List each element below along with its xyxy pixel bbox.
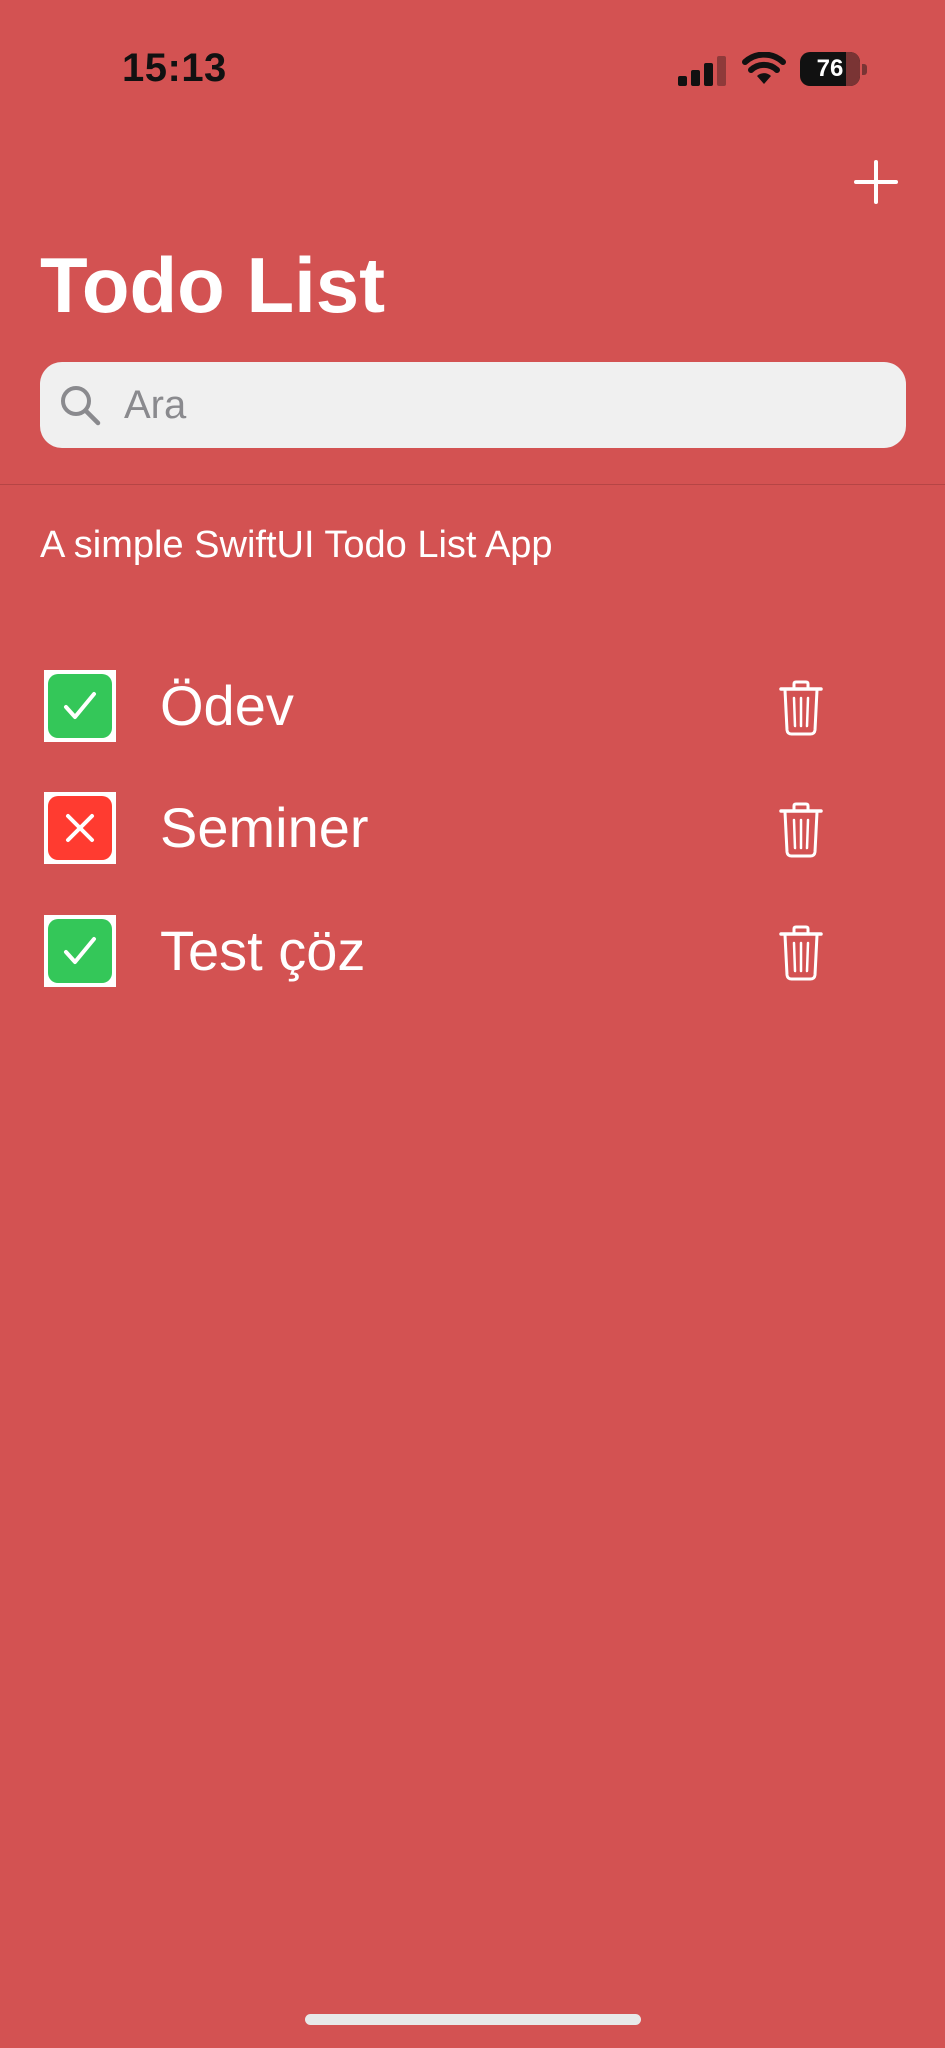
checkmark-icon bbox=[64, 937, 96, 964]
battery-icon: 76 bbox=[800, 52, 860, 86]
search-input[interactable] bbox=[112, 362, 904, 448]
battery-indicator: 76 bbox=[800, 52, 868, 86]
trash-icon bbox=[779, 680, 823, 736]
search-bar[interactable] bbox=[40, 362, 906, 448]
todo-item[interactable]: Seminer bbox=[0, 762, 945, 872]
todo-title: Seminer bbox=[160, 796, 369, 859]
todo-status-toggle[interactable] bbox=[44, 915, 116, 987]
todo-title: Test çöz bbox=[160, 919, 366, 982]
page-title: Todo List bbox=[40, 241, 386, 329]
todo-title: Ödev bbox=[160, 674, 294, 737]
trash-icon bbox=[779, 802, 823, 858]
magnifying-glass-icon bbox=[61, 386, 101, 426]
delete-todo-button[interactable] bbox=[778, 802, 824, 858]
add-todo-button[interactable] bbox=[852, 158, 900, 206]
plus-icon bbox=[854, 160, 898, 204]
status-time: 15:13 bbox=[122, 46, 227, 90]
app-description: A simple SwiftUI Todo List App bbox=[40, 524, 553, 566]
status-bar: 15:13 76 bbox=[0, 0, 945, 140]
todo-item[interactable]: Test çöz bbox=[0, 885, 945, 995]
todo-item[interactable]: Ödev bbox=[0, 640, 945, 750]
wifi-icon bbox=[742, 52, 786, 84]
xmark-icon bbox=[66, 814, 94, 842]
todo-status-toggle[interactable] bbox=[44, 792, 116, 864]
checkmark-icon bbox=[64, 692, 96, 719]
trash-icon bbox=[779, 925, 823, 981]
delete-todo-button[interactable] bbox=[778, 680, 824, 736]
cellular-signal-icon bbox=[678, 56, 726, 86]
todo-status-toggle[interactable] bbox=[44, 670, 116, 742]
header-divider bbox=[0, 484, 945, 485]
delete-todo-button[interactable] bbox=[778, 925, 824, 981]
battery-level: 76 bbox=[816, 55, 844, 82]
home-indicator bbox=[305, 2014, 641, 2025]
